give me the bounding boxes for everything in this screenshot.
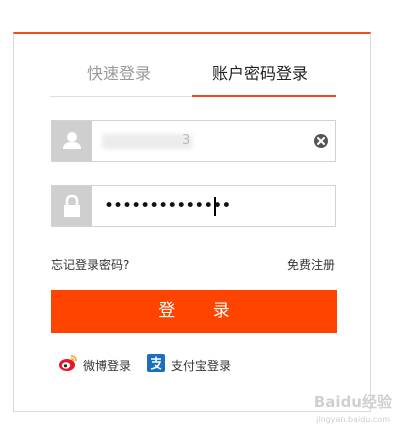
username-field[interactable]: 3	[51, 120, 336, 162]
text-caret	[214, 197, 216, 216]
weibo-icon	[58, 354, 78, 376]
login-button[interactable]: 登 录	[51, 290, 337, 333]
baidu-watermark: Baidu经验	[313, 393, 392, 411]
alipay-login-label: 支付宝登录	[171, 358, 232, 373]
active-tab-indicator	[192, 95, 336, 97]
password-value: ••••••••••••••	[104, 196, 231, 216]
redacted-username	[102, 134, 192, 149]
alipay-icon	[146, 353, 166, 377]
username-value: 3	[182, 133, 191, 148]
register-link[interactable]: 免费注册	[287, 256, 335, 273]
baidu-watermark-url: jingyan.baidu.com	[316, 415, 390, 424]
lock-icon	[52, 186, 92, 226]
alipay-login[interactable]: 支付宝登录	[146, 354, 231, 376]
weibo-login-label: 微博登录	[83, 358, 132, 373]
login-card: 快速登录 账户密码登录 3 •••••••••••••• 忘记登录密码? 免费注…	[13, 32, 371, 412]
password-field[interactable]: ••••••••••••••	[51, 185, 336, 227]
forgot-password-link[interactable]: 忘记登录密码?	[51, 256, 129, 273]
weibo-login[interactable]: 微博登录	[58, 354, 131, 376]
clear-icon[interactable]	[313, 133, 329, 149]
tab-account-login[interactable]: 账户密码登录	[212, 60, 308, 84]
tab-quick-login[interactable]: 快速登录	[87, 60, 151, 84]
user-icon	[52, 121, 92, 161]
